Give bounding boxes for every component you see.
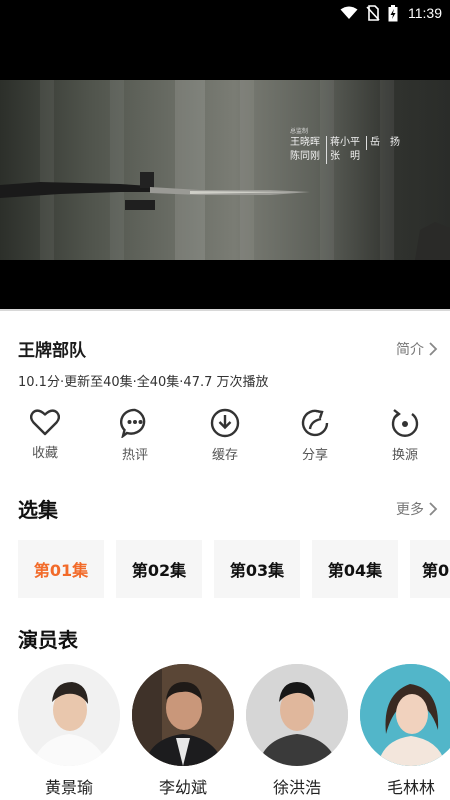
episode-tile[interactable]: 第04集 bbox=[312, 540, 398, 598]
cast-member[interactable]: 毛林林 bbox=[360, 664, 450, 800]
cast-header: 演员表 bbox=[18, 624, 438, 653]
cast-name: 毛林林 bbox=[386, 778, 435, 797]
episodes-header: 选集 更多 bbox=[18, 494, 438, 523]
more-episodes-link[interactable]: 更多 bbox=[396, 499, 438, 519]
cast-list: 黄景瑜 李幼斌 徐洪浩 毛林林 bbox=[18, 664, 450, 800]
video-frame: 总监制 王晓晖 蒋小平 岳 扬 陈同刚 张 明 bbox=[0, 80, 450, 260]
share-label: 分享 bbox=[301, 448, 328, 463]
credit-name: 蒋小平 bbox=[326, 136, 360, 150]
favorite-button[interactable]: 收藏 bbox=[10, 408, 80, 463]
status-bar: 11:39 bbox=[0, 0, 450, 26]
show-info: 王牌部队 简介 10.1分·更新至40集·全40集·47.7 万次播放 bbox=[18, 336, 438, 390]
cast-name: 李幼斌 bbox=[158, 778, 207, 797]
intro-link[interactable]: 简介 bbox=[396, 339, 438, 359]
video-player[interactable]: 总监制 王晓晖 蒋小平 岳 扬 陈同刚 张 明 bbox=[0, 26, 450, 310]
status-time: 11:39 bbox=[408, 5, 442, 21]
battery-charging-icon bbox=[388, 4, 398, 21]
no-sim-icon bbox=[366, 5, 380, 21]
intro-label: 简介 bbox=[396, 341, 424, 358]
episode-list: 第01集 第02集 第03集 第04集 第05集 bbox=[18, 540, 450, 600]
wifi-icon bbox=[340, 6, 358, 19]
credit-name: 张 明 bbox=[326, 150, 360, 164]
comments-label: 热评 bbox=[121, 448, 148, 463]
chevron-right-icon bbox=[429, 501, 438, 516]
comment-icon bbox=[120, 408, 146, 438]
comments-button[interactable]: 热评 bbox=[100, 408, 170, 463]
share-button[interactable]: 分享 bbox=[280, 408, 350, 463]
credits-overlay: 总监制 王晓晖 蒋小平 岳 扬 陈同刚 张 明 bbox=[290, 128, 400, 164]
credit-name: 岳 扬 bbox=[366, 136, 400, 150]
cast-member[interactable]: 李幼斌 bbox=[132, 664, 234, 800]
avatar bbox=[360, 664, 450, 766]
credit-name: 王晓晖 bbox=[290, 137, 320, 148]
cast-member[interactable]: 黄景瑜 bbox=[18, 664, 120, 800]
switch-source-icon bbox=[391, 409, 419, 437]
cast-name: 徐洪浩 bbox=[272, 778, 321, 797]
switch-source-button[interactable]: 换源 bbox=[370, 408, 440, 463]
download-icon bbox=[210, 408, 240, 438]
download-label: 缓存 bbox=[211, 448, 238, 463]
episode-tile[interactable]: 第02集 bbox=[116, 540, 202, 598]
episode-tile[interactable]: 第05集 bbox=[410, 540, 450, 598]
download-button[interactable]: 缓存 bbox=[190, 408, 260, 463]
avatar bbox=[132, 664, 234, 766]
cast-title: 演员表 bbox=[18, 628, 78, 652]
episodes-title: 选集 bbox=[18, 498, 58, 522]
credits-header: 总监制 bbox=[290, 128, 309, 135]
chevron-right-icon bbox=[429, 341, 438, 356]
show-title: 王牌部队 bbox=[18, 341, 86, 361]
avatar bbox=[18, 664, 120, 766]
rifle-bayonet-image bbox=[0, 172, 450, 260]
switch-source-label: 换源 bbox=[391, 448, 418, 463]
avatar bbox=[246, 664, 348, 766]
more-label: 更多 bbox=[396, 501, 424, 518]
episode-tile[interactable]: 第03集 bbox=[214, 540, 300, 598]
share-icon bbox=[301, 409, 329, 437]
video-progress-line bbox=[0, 309, 450, 311]
credit-name: 陈同刚 bbox=[290, 151, 320, 162]
cast-name: 黄景瑜 bbox=[44, 778, 93, 797]
episode-tile[interactable]: 第01集 bbox=[18, 540, 104, 598]
show-meta: 10.1分·更新至40集·全40集·47.7 万次播放 bbox=[18, 375, 269, 390]
favorite-label: 收藏 bbox=[31, 446, 58, 461]
heart-icon bbox=[30, 409, 60, 436]
action-bar: 收藏 热评 缓存 分享 换源 bbox=[0, 408, 450, 463]
cast-member[interactable]: 徐洪浩 bbox=[246, 664, 348, 800]
